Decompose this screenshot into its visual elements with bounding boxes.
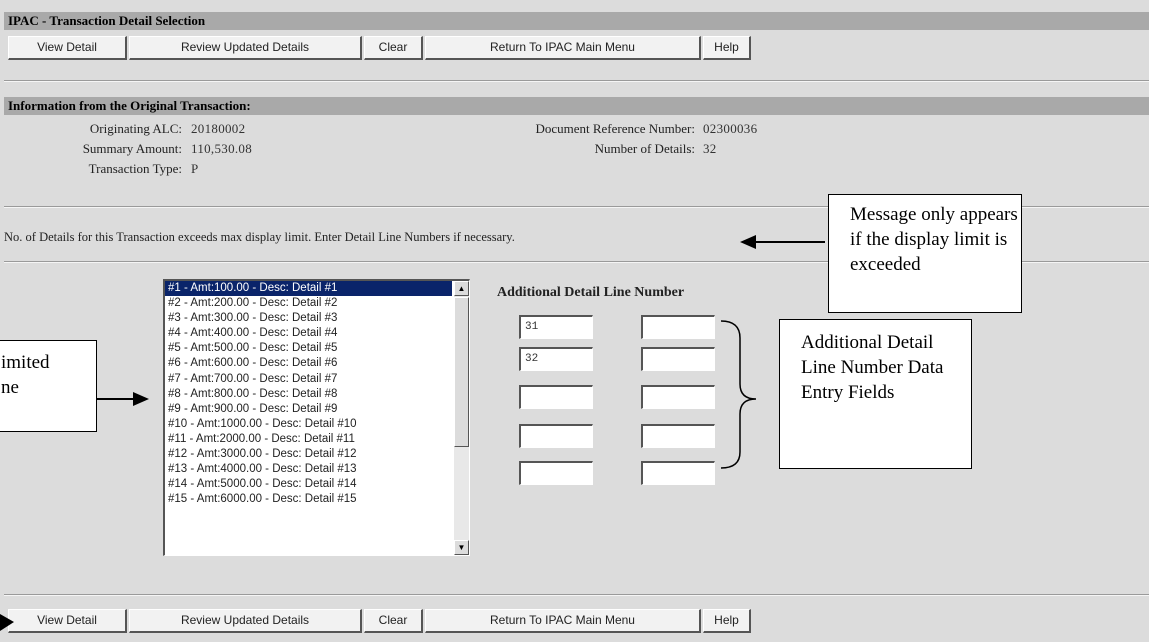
listbox-scrollbar[interactable]: ▲ ▼ bbox=[454, 281, 469, 555]
return-to-main-menu-button[interactable]: Return To IPAC Main Menu bbox=[425, 609, 701, 633]
help-button[interactable]: Help bbox=[703, 609, 751, 633]
list-item[interactable]: #6 - Amt:600.00 - Desc: Detail #6 bbox=[165, 356, 452, 371]
originating-alc-label: Originating ALC: bbox=[89, 121, 182, 136]
originating-alc-value: 20180002 bbox=[191, 121, 246, 136]
detail-line-number-field[interactable] bbox=[641, 424, 715, 448]
ipac-window: IPAC - Transaction Detail Selection View… bbox=[0, 0, 1149, 642]
limited-callout-line-1: imited bbox=[1, 352, 50, 373]
data-entry-callout-box: Additional Detail Line Number Data Entry… bbox=[779, 319, 972, 469]
limited-callout-line-2: ne bbox=[1, 377, 19, 398]
list-item[interactable]: #11 - Amt:2000.00 - Desc: Detail #11 bbox=[165, 432, 452, 447]
detail-line-number-field[interactable]: 31 bbox=[519, 315, 593, 339]
detail-line-number-field[interactable] bbox=[641, 347, 715, 371]
detail-line-number-field[interactable] bbox=[641, 461, 715, 485]
additional-detail-heading: Additional Detail Line Number bbox=[497, 285, 685, 300]
detail-line-number-field[interactable]: 32 bbox=[519, 347, 593, 371]
summary-amount-label: Summary Amount: bbox=[82, 141, 182, 156]
bottom-toolbar: View Detail Review Updated Details Clear… bbox=[0, 609, 760, 635]
transaction-type-label: Transaction Type: bbox=[88, 161, 182, 176]
list-item[interactable]: #1 - Amt:100.00 - Desc: Detail #1 bbox=[165, 281, 452, 297]
list-item[interactable]: #10 - Amt:1000.00 - Desc: Detail #10 bbox=[165, 417, 452, 432]
review-updated-details-button[interactable]: Review Updated Details bbox=[129, 36, 362, 60]
scrollbar-thumb[interactable] bbox=[454, 297, 469, 447]
detail-line-number-field[interactable] bbox=[641, 315, 715, 339]
page-title: IPAC - Transaction Detail Selection bbox=[4, 12, 1149, 30]
list-item[interactable]: #15 - Amt:6000.00 - Desc: Detail #15 bbox=[165, 492, 452, 507]
list-item[interactable]: #2 - Amt:200.00 - Desc: Detail #2 bbox=[165, 296, 452, 311]
return-to-main-menu-button[interactable]: Return To IPAC Main Menu bbox=[425, 36, 701, 60]
help-button[interactable]: Help bbox=[703, 36, 751, 60]
detail-listbox[interactable]: #1 - Amt:100.00 - Desc: Detail #1 #2 - Am… bbox=[163, 279, 470, 556]
list-item[interactable]: #4 - Amt:400.00 - Desc: Detail #4 bbox=[165, 326, 452, 341]
message-callout-box: Message only appears if the display limi… bbox=[828, 194, 1022, 313]
transaction-type-value: P bbox=[191, 161, 199, 176]
review-updated-details-button[interactable]: Review Updated Details bbox=[129, 609, 362, 633]
doc-ref-label: Document Reference Number: bbox=[535, 121, 695, 136]
list-item[interactable]: #14 - Amt:5000.00 - Desc: Detail #14 bbox=[165, 477, 452, 492]
view-detail-button[interactable]: View Detail bbox=[8, 609, 127, 633]
top-toolbar: View Detail Review Updated Details Clear… bbox=[0, 36, 760, 62]
list-item[interactable]: #3 - Amt:300.00 - Desc: Detail #3 bbox=[165, 311, 452, 326]
original-transaction-heading: Information from the Original Transactio… bbox=[4, 97, 1149, 115]
scroll-down-arrow-icon[interactable]: ▼ bbox=[454, 540, 469, 555]
list-item[interactable]: #7 - Amt:700.00 - Desc: Detail #7 bbox=[165, 372, 452, 387]
list-item[interactable]: #5 - Amt:500.00 - Desc: Detail #5 bbox=[165, 341, 452, 356]
doc-ref-value: 02300036 bbox=[703, 121, 758, 136]
detail-line-number-field[interactable] bbox=[519, 461, 593, 485]
divider bbox=[4, 594, 1149, 596]
view-detail-button[interactable]: View Detail bbox=[8, 36, 127, 60]
divider bbox=[4, 80, 1149, 82]
list-item[interactable]: #13 - Amt:4000.00 - Desc: Detail #13 bbox=[165, 462, 452, 477]
limited-callout-box: imited ne bbox=[0, 340, 97, 432]
list-item[interactable]: #12 - Amt:3000.00 - Desc: Detail #12 bbox=[165, 447, 452, 462]
detail-line-number-field[interactable] bbox=[641, 385, 715, 409]
list-item[interactable]: #8 - Amt:800.00 - Desc: Detail #8 bbox=[165, 387, 452, 402]
num-details-label: Number of Details: bbox=[594, 141, 695, 156]
detail-line-number-field[interactable] bbox=[519, 385, 593, 409]
detail-list-items: #1 - Amt:100.00 - Desc: Detail #1 #2 - Am… bbox=[165, 281, 469, 507]
clear-button[interactable]: Clear bbox=[364, 36, 423, 60]
num-details-value: 32 bbox=[703, 141, 717, 156]
display-limit-notice: No. of Details for this Transaction exce… bbox=[4, 230, 515, 244]
detail-line-number-field[interactable] bbox=[519, 424, 593, 448]
scroll-up-arrow-icon[interactable]: ▲ bbox=[454, 281, 469, 296]
list-item[interactable]: #9 - Amt:900.00 - Desc: Detail #9 bbox=[165, 402, 452, 417]
summary-amount-value: 110,530.08 bbox=[191, 141, 253, 156]
clear-button[interactable]: Clear bbox=[364, 609, 423, 633]
